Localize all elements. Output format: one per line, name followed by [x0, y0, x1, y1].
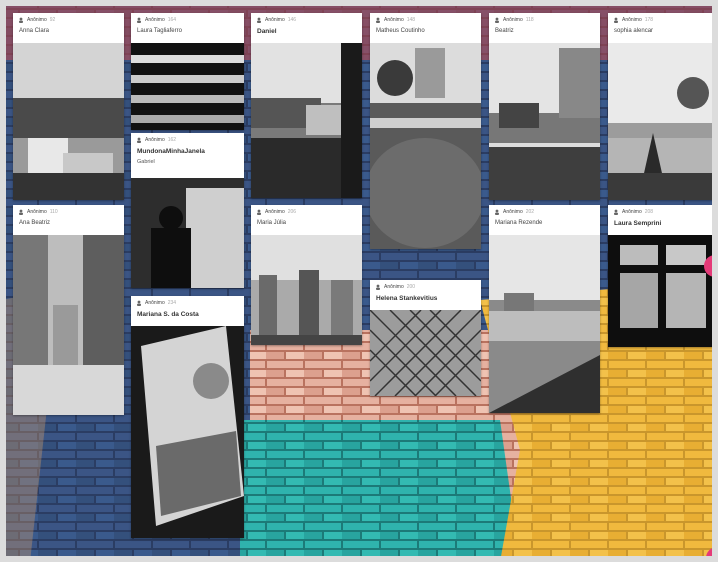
card-title: Matheus Coutinho [376, 28, 425, 34]
user-icon [376, 17, 380, 23]
photo-card-anna-clara[interactable]: Anônimo 92 Anna Clara [13, 13, 124, 200]
photo-card-beatriz[interactable]: Anônimo 118 Beatriz [489, 13, 600, 200]
photo-image[interactable] [131, 178, 244, 288]
photo-card-maria-julia[interactable]: Anônimo 206 Maria Júlia [251, 205, 362, 345]
photo-card-sophia-alencar[interactable]: Anônimo 178 sophia alencar [608, 13, 718, 200]
card-title: sophia alencar [614, 28, 654, 34]
card-header: Anônimo 178 [608, 13, 718, 26]
card-title: MundonaMinhaJanela [137, 148, 205, 155]
photo-image[interactable] [131, 326, 244, 538]
photo-image[interactable] [608, 43, 718, 200]
card-title: Maria Júlia [257, 220, 287, 226]
photo-image[interactable] [489, 235, 600, 413]
card-header: Anônimo 92 [13, 13, 124, 26]
card-header: Anônimo 110 [13, 205, 124, 218]
photo-card-mariana-rezende[interactable]: Anônimo 202 Mariana Rezende [489, 205, 600, 413]
photo-image[interactable] [13, 43, 124, 200]
user-icon [137, 300, 141, 306]
photo-image[interactable] [251, 43, 362, 198]
photo-image[interactable] [489, 43, 600, 200]
user-icon [257, 17, 261, 23]
photo-card-laura-tagliaferro[interactable]: Anônimo 164 Laura Tagliaferro [131, 13, 244, 130]
user-icon [19, 17, 23, 23]
card-header: Anônimo 200 [370, 280, 481, 293]
photo-image[interactable] [13, 235, 124, 415]
card-header: Anônimo 164 [131, 13, 244, 26]
user-icon [19, 209, 23, 215]
card-header: Anônimo 162 [131, 133, 244, 146]
photo-card-mariana-s-da-costa[interactable]: Anônimo 234 Mariana S. da Costa [131, 296, 244, 538]
card-title: Beatriz [495, 28, 514, 34]
photo-image[interactable] [251, 235, 362, 345]
user-icon [137, 17, 141, 23]
card-header: Anônimo 208 [608, 205, 718, 218]
card-title: Ana Beatriz [19, 220, 51, 226]
card-header: Anônimo 148 [370, 13, 481, 26]
photo-card-daniel[interactable]: Anônimo 146 Daniel [251, 13, 362, 198]
user-icon [614, 17, 618, 23]
user-icon [495, 209, 499, 215]
card-title: Mariana S. da Costa [137, 311, 199, 318]
photo-image[interactable] [608, 235, 718, 347]
user-icon [495, 17, 499, 23]
card-title: Daniel [257, 28, 277, 35]
card-header: Anônimo 146 [251, 13, 362, 26]
card-header: Anônimo 206 [251, 205, 362, 218]
card-subtitle: Gabriel [137, 159, 155, 165]
photo-image[interactable] [370, 310, 481, 396]
photo-card-helena-stankevitius[interactable]: Anônimo 200 Helena Stankevitius [370, 280, 481, 396]
card-title: Laura Tagliaferro [137, 28, 182, 34]
user-icon [257, 209, 261, 215]
card-header: Anônimo 118 [489, 13, 600, 26]
photo-image[interactable] [131, 43, 244, 130]
card-title: Helena Stankevitius [376, 295, 438, 302]
card-header: Anônimo 202 [489, 205, 600, 218]
user-icon [376, 284, 380, 290]
card-title: Anna Clara [19, 28, 50, 34]
photo-card-laura-semprini[interactable]: Anônimo 208 Laura Semprini [608, 205, 718, 347]
card-header: Anônimo 234 [131, 296, 244, 309]
photo-image[interactable] [370, 43, 481, 249]
user-icon [614, 209, 618, 215]
photo-card-ana-beatriz[interactable]: Anônimo 110 Ana Beatriz [13, 205, 124, 415]
card-title: Mariana Rezende [495, 220, 543, 226]
photo-card-mundonaminhajanela[interactable]: Anônimo 162 MundonaMinhaJanela Gabriel [131, 133, 244, 288]
user-icon [137, 137, 141, 143]
photo-card-matheus-coutinho[interactable]: Anônimo 148 Matheus Coutinho [370, 13, 481, 249]
card-title: Laura Semprini [614, 220, 662, 227]
